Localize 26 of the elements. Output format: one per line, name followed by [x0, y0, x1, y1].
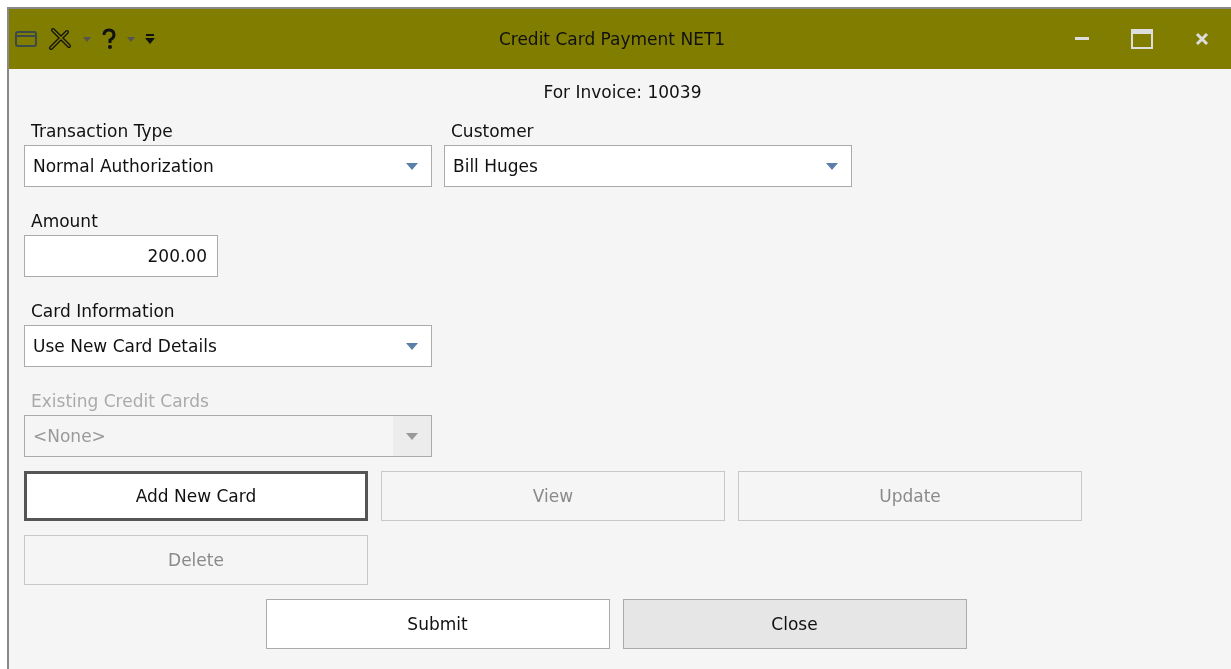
- field-label: Transaction Type: [30, 120, 174, 143]
- dialog-button[interactable]: Submit: [265, 599, 610, 649]
- help-icon[interactable]: [101, 28, 117, 50]
- maximize-icon[interactable]: [1131, 29, 1153, 49]
- caret-icon: [406, 342, 418, 350]
- dropdown[interactable]: Bill Huges: [444, 145, 852, 187]
- dropdown[interactable]: Normal Authorization: [24, 145, 432, 187]
- card-button[interactable]: Add New Card: [24, 471, 368, 521]
- window-title: Credit Card Payment NET1: [497, 29, 727, 49]
- caret-icon[interactable]: [83, 36, 91, 42]
- caret-icon: [406, 162, 418, 170]
- field-label: Customer: [450, 120, 535, 143]
- field-label: Amount: [30, 210, 99, 233]
- close-icon[interactable]: [1195, 32, 1209, 46]
- field-label: Existing Credit Cards: [30, 390, 210, 413]
- invoice-label: For Invoice: 10039: [542, 81, 703, 104]
- overflow-icon[interactable]: [145, 33, 155, 45]
- minimize-icon[interactable]: [1075, 37, 1089, 41]
- caret-icon[interactable]: [127, 36, 135, 42]
- caret-icon: [826, 162, 838, 170]
- dialog-button[interactable]: Close: [622, 599, 967, 649]
- amount-field[interactable]: 200.00: [24, 235, 218, 277]
- caret-icon: [406, 432, 418, 440]
- card-icon[interactable]: [15, 31, 37, 47]
- dropdown[interactable]: Use New Card Details: [24, 325, 432, 367]
- field-label: Card Information: [30, 300, 176, 323]
